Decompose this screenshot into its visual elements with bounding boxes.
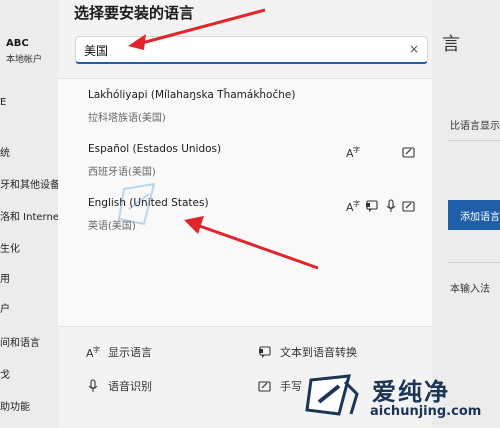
user-account-type: 本地帐户 <box>6 55 43 65</box>
language-native-name: 拉科塔族语(美国) <box>88 113 166 124</box>
language-search-input[interactable] <box>84 41 384 59</box>
sidebar-item-time-language[interactable]: 间和语言 <box>0 334 58 349</box>
dialog-title: 选择要安装的语言 <box>74 4 195 22</box>
handwriting-icon <box>258 381 271 392</box>
language-native-name: 西班牙语(美国) <box>88 167 156 178</box>
sidebar-item-gaming[interactable]: 戈 <box>0 366 10 381</box>
legend-label: 显示语言 <box>108 346 152 359</box>
svg-text:字: 字 <box>93 345 100 354</box>
watermark-logo <box>305 374 359 416</box>
text-to-speech-icon <box>366 200 378 212</box>
display-language-text: 比语言显示 <box>450 121 500 132</box>
handwriting-icon <box>402 201 415 212</box>
speech-recognition-icon <box>386 199 396 212</box>
choose-language-dialog: 选择要安装的语言 × Lakȟóliyapi (Mílahaŋska Tȟamá… <box>58 0 432 428</box>
legend-label: 手写 <box>280 380 302 393</box>
svg-text:字: 字 <box>353 199 360 208</box>
sidebar-item-accounts[interactable]: ⼾ <box>0 300 10 315</box>
language-name: Español (Estados Unidos) <box>88 143 222 155</box>
add-language-button[interactable]: 添加语言 <box>448 200 500 230</box>
sidebar-item-apps[interactable]: 用 <box>0 270 10 285</box>
svg-text:字: 字 <box>353 145 360 154</box>
watermark-url: aichunjing.com <box>370 404 482 419</box>
language-name: Lakȟóliyapi (Mílahaŋska Tȟamákȟočhe) <box>88 89 296 101</box>
text-to-speech-icon <box>259 346 271 358</box>
divider <box>448 262 500 263</box>
sidebar-item-system[interactable]: 统 <box>0 144 10 159</box>
display-language-icon: A 字 <box>346 145 360 159</box>
sidebar-item-network[interactable]: 洛和 Internet <box>0 208 63 223</box>
handwriting-icon <box>402 147 415 158</box>
sidebar-item-personalization[interactable]: 生化 <box>0 240 20 255</box>
sidebar-item-0[interactable]: E <box>0 97 6 108</box>
legend-label: 文本到语音转换 <box>280 346 357 359</box>
language-item-lakota[interactable]: Lakȟóliyapi (Mílahaŋska Tȟamákȟočhe) 拉科塔… <box>58 89 432 141</box>
settings-sidebar: ABC 本地帐户 E 统 牙和其他设备 洛和 Internet 生化 用 ⼾ 间… <box>0 0 63 428</box>
sidebar-item-accessibility[interactable]: 助功能 <box>0 398 30 413</box>
user-name: ABC <box>6 38 29 49</box>
language-search-box[interactable]: × <box>75 36 428 64</box>
page-heading: 言 <box>442 34 460 55</box>
input-method-text: 本输入法 <box>450 284 490 295</box>
legend-label: 语音识别 <box>108 380 152 393</box>
speech-recognition-icon <box>88 379 98 392</box>
watermark-text: 爱纯净 <box>372 378 450 406</box>
display-language-icon: A 字 <box>86 345 100 359</box>
sidebar-item-bluetooth[interactable]: 牙和其他设备 <box>0 176 60 191</box>
divider <box>448 140 500 141</box>
watermark-faint-logo <box>117 182 156 226</box>
language-list[interactable]: Lakȟóliyapi (Mílahaŋska Tȟamákȟočhe) 拉科塔… <box>58 78 432 326</box>
display-language-icon: A 字 <box>346 199 360 213</box>
clear-search-icon[interactable]: × <box>409 42 419 56</box>
